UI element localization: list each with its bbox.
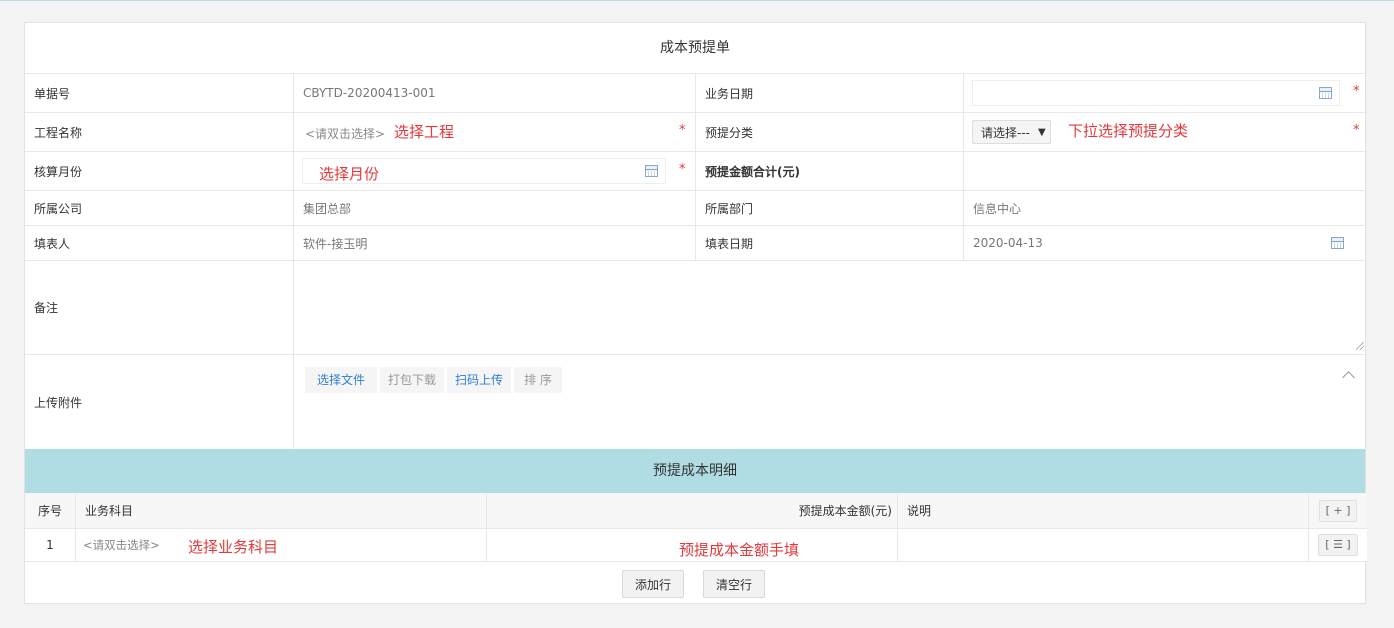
annotation-accrual-type: 下拉选择预提分类 bbox=[1068, 122, 1189, 140]
accrual-type-label: 预提分类 bbox=[695, 113, 963, 152]
month-label: 核算月份 bbox=[25, 152, 293, 191]
doc-no-value: CBYTD-20200413-001 bbox=[293, 74, 695, 113]
total-value bbox=[963, 152, 1367, 191]
fill-date-cell: 2020-04-13 bbox=[963, 226, 1367, 261]
row-seq: 1 bbox=[25, 529, 76, 562]
scan-upload-button[interactable]: 扫码上传 bbox=[447, 367, 511, 393]
col-desc: 说明 bbox=[898, 493, 1309, 529]
detail-section-title: 预提成本明细 bbox=[25, 449, 1365, 493]
annotation-subject: 选择业务科目 bbox=[188, 538, 279, 556]
row-subject-cell: <请双击选择> 选择业务科目 bbox=[76, 529, 487, 562]
dropdown-arrow-icon: ▼ bbox=[1038, 126, 1046, 138]
calendar-icon[interactable] bbox=[1319, 87, 1332, 99]
attach-label: 上传附件 bbox=[34, 395, 83, 410]
resize-handle-icon[interactable] bbox=[1356, 342, 1364, 350]
month-cell: 选择月份 * bbox=[293, 152, 695, 191]
dept-label: 所属部门 bbox=[695, 191, 963, 226]
collapse-chevron-icon[interactable] bbox=[1342, 371, 1355, 384]
top-border bbox=[0, 0, 1394, 1]
annotation-project: 选择工程 bbox=[394, 123, 455, 141]
remark-label: 备注 bbox=[25, 261, 293, 355]
annotation-amount: 预提成本金额手填 bbox=[679, 541, 800, 559]
row-action-cell: [ ☰ ] bbox=[1309, 529, 1367, 562]
project-label: 工程名称 bbox=[25, 113, 293, 152]
form-panel: 成本预提单 单据号 CBYTD-20200413-001 业务日期 * 工程名称… bbox=[24, 22, 1367, 604]
accrual-type-select[interactable]: 请选择--- ▼ bbox=[972, 120, 1051, 144]
col-subject: 业务科目 bbox=[76, 493, 487, 529]
company-label: 所属公司 bbox=[25, 191, 293, 226]
form-title: 成本预提单 bbox=[25, 23, 1365, 74]
annotation-month: 选择月份 bbox=[319, 165, 380, 183]
fill-date-label: 填表日期 bbox=[695, 226, 963, 261]
company-value: 集团总部 bbox=[293, 191, 695, 226]
choose-file-button[interactable]: 选择文件 bbox=[305, 367, 377, 393]
required-mark: * bbox=[1353, 123, 1360, 138]
biz-date-cell: * bbox=[963, 74, 1367, 113]
add-row-icon-button[interactable]: [ + ] bbox=[1318, 499, 1358, 522]
accrual-type-cell: 请选择--- ▼ 下拉选择预提分类 * bbox=[963, 113, 1367, 152]
filler-value: 软件-接玉明 bbox=[293, 226, 695, 261]
subject-picker[interactable]: <请双击选择> bbox=[83, 537, 160, 553]
total-label: 预提金额合计(元) bbox=[695, 152, 963, 191]
fill-date-value: 2020-04-13 bbox=[973, 236, 1043, 250]
accrual-type-value: 请选择--- bbox=[981, 125, 1030, 140]
pack-download-button[interactable]: 打包下载 bbox=[380, 367, 444, 393]
attach-cell: 选择文件 打包下载 扫码上传 排 序 bbox=[293, 355, 1367, 449]
calendar-icon[interactable] bbox=[645, 165, 658, 177]
dept-value: 信息中心 bbox=[963, 191, 1367, 226]
remark-textarea[interactable] bbox=[294, 261, 1368, 354]
row-amount-input[interactable]: 预提成本金额手填 bbox=[487, 529, 898, 562]
required-mark: * bbox=[1353, 84, 1360, 99]
project-picker[interactable]: <请双击选择> bbox=[305, 125, 385, 142]
filler-label: 填表人 bbox=[25, 226, 293, 261]
required-mark: * bbox=[679, 123, 686, 138]
doc-no-label: 单据号 bbox=[25, 74, 293, 113]
required-mark: * bbox=[679, 162, 686, 177]
add-row-cell: [ + ] bbox=[1309, 493, 1367, 529]
add-row-button[interactable]: 添加行 bbox=[622, 570, 685, 598]
biz-date-input[interactable] bbox=[972, 80, 1340, 106]
calendar-icon bbox=[1331, 237, 1344, 249]
clear-rows-button[interactable]: 清空行 bbox=[703, 570, 766, 598]
col-amount: 预提成本金额(元) bbox=[487, 493, 898, 529]
sort-button[interactable]: 排 序 bbox=[514, 367, 562, 393]
remark-cell bbox=[293, 261, 1367, 355]
project-cell: <请双击选择> 选择工程 * bbox=[293, 113, 695, 152]
biz-date-label: 业务日期 bbox=[695, 74, 963, 113]
col-seq: 序号 bbox=[25, 493, 76, 529]
row-desc-input[interactable] bbox=[898, 529, 1309, 562]
delete-row-icon-button[interactable]: [ ☰ ] bbox=[1318, 534, 1358, 556]
